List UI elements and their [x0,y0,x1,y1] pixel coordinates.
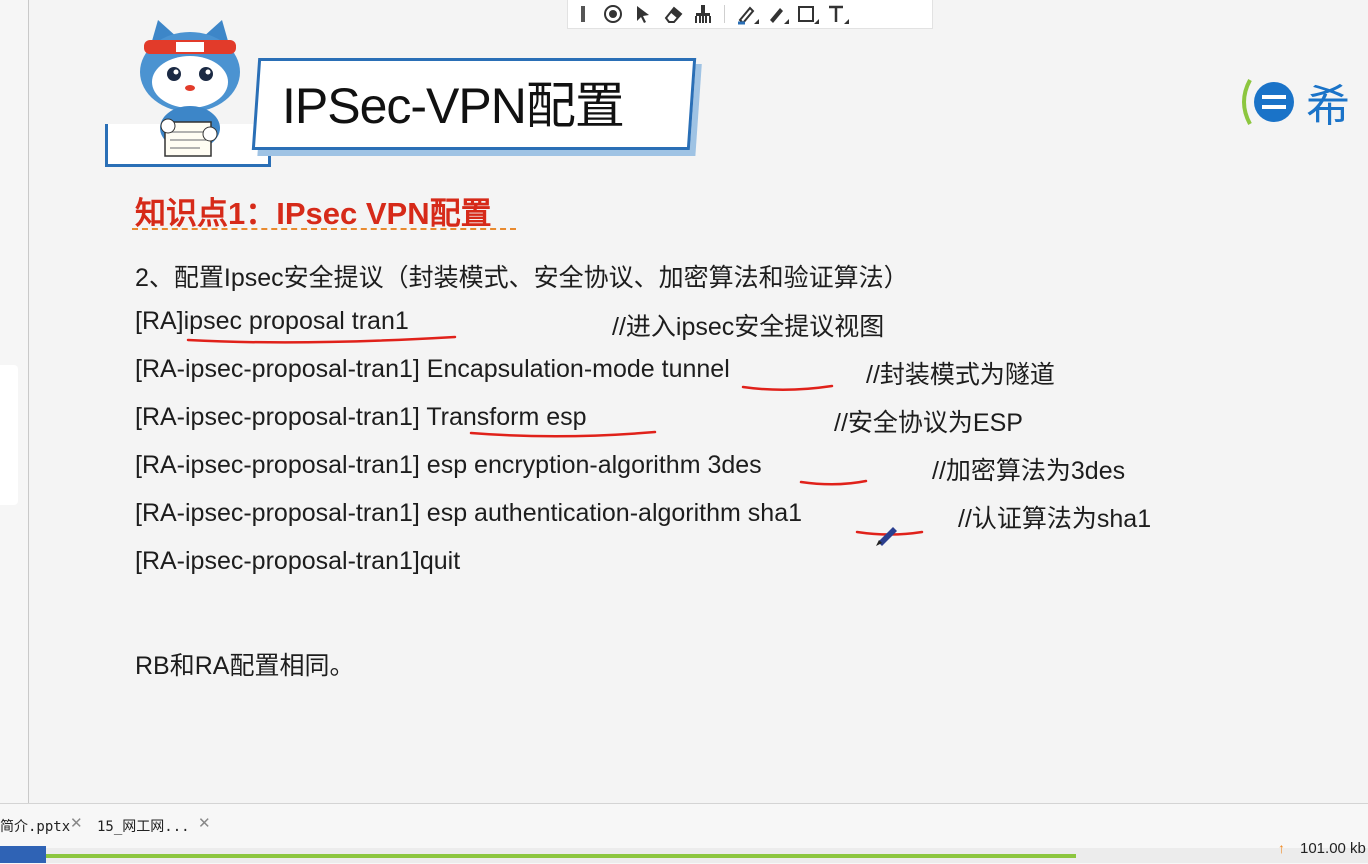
upload-arrow-icon: ↑ [1278,840,1285,856]
command-comment: //进入ipsec安全提议视图 [612,313,885,341]
file-tab-video[interactable]: 15_网工网... [97,816,190,836]
close-icon[interactable]: ✕ [70,814,83,832]
laser-pointer-icon[interactable] [598,1,628,27]
brand-logo-icon [1242,79,1294,125]
cat-mascot-icon [140,20,240,157]
select-arrow-icon[interactable] [628,1,658,27]
brand-logo: 希 [1238,70,1350,134]
brand-text: 希 [1306,82,1350,131]
rectangle-icon[interactable] [791,1,821,27]
command-comment: //加密算法为3des [932,457,1126,485]
slide-title: IPSec-VPN配置 [282,78,625,134]
command-line: [RA-ipsec-proposal-tran1] Encapsulation-… [135,355,730,383]
knowledge-point-heading: 知识点1：IPsec VPN配置 [135,196,492,231]
section-heading: 2、配置Ipsec安全提议（封装模式、安全协议、加密算法和验证算法） [135,264,909,292]
progress-line [46,854,1076,858]
command-line: [RA]ipsec proposal tran1 [135,307,409,335]
pen-icon[interactable] [761,1,791,27]
closing-note: RB和RA配置相同。 [135,652,355,680]
close-icon[interactable]: ✕ [198,814,211,832]
file-tab-pptx[interactable]: 简介.pptx [0,816,70,836]
command-comment: //安全协议为ESP [834,409,1023,437]
annotation-toolbar [567,0,933,29]
command-line: [RA-ipsec-proposal-tran1] Transform esp [135,403,587,431]
toolbar-divider [724,5,725,23]
command-line: [RA-ipsec-proposal-tran1] esp encryption… [135,451,762,479]
network-speed: 101.00 kb [1300,840,1366,857]
left-panel-tab[interactable] [0,365,18,505]
drag-handle-icon[interactable] [568,1,598,27]
command-line: [RA-ipsec-proposal-tran1]quit [135,547,461,575]
command-comment: //认证算法为sha1 [958,505,1152,533]
text-tool-icon[interactable] [821,1,851,27]
command-line: [RA-ipsec-proposal-tran1] esp authentica… [135,499,803,527]
eraser-icon[interactable] [658,1,688,27]
clear-brush-icon[interactable] [688,1,718,27]
knowledge-point-underline [132,228,516,230]
command-comment: //封装模式为隧道 [866,361,1055,389]
highlighter-icon[interactable] [731,1,761,27]
start-button[interactable] [0,846,46,863]
